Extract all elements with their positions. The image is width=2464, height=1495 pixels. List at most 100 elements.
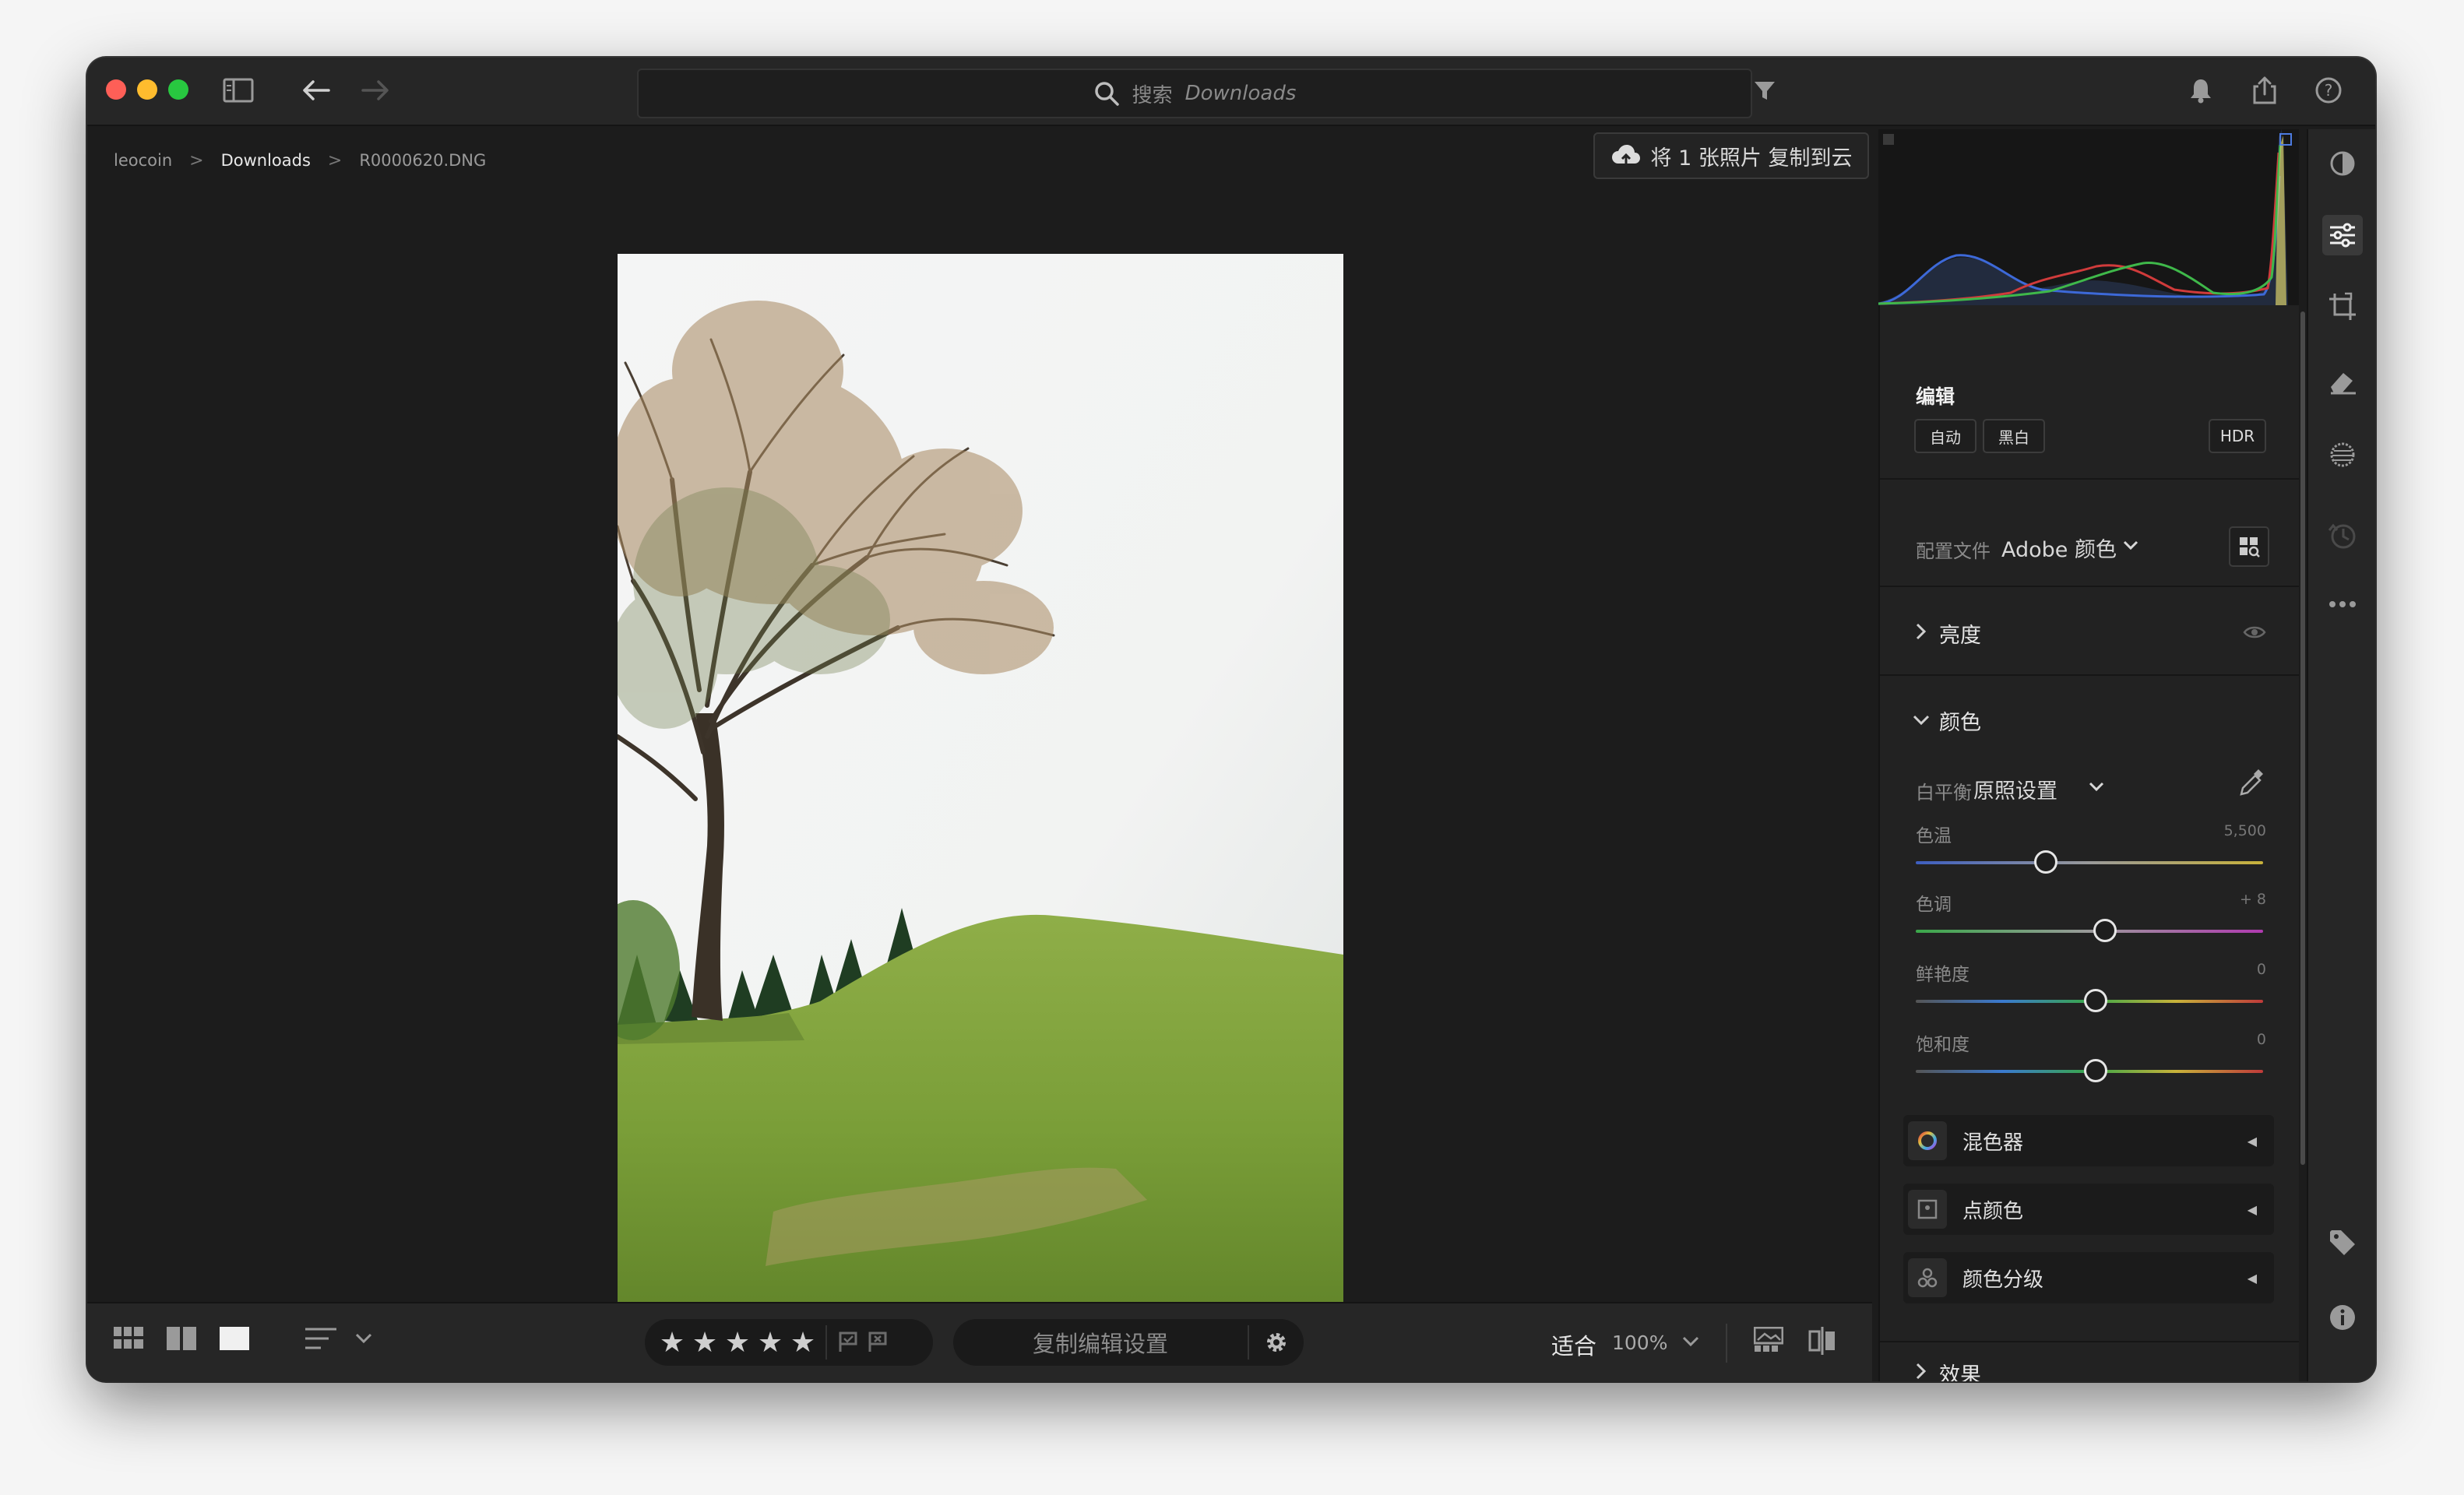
grid-view-icon[interactable] [114,1327,143,1350]
color-section-header[interactable]: 颜色 [1939,705,1981,736]
rating-star-5[interactable]: ★ [787,1327,819,1359]
search-placeholder-prefix: 搜索 [1132,83,1173,107]
auto-button[interactable]: 自动 [1914,419,1976,453]
search-input[interactable]: 搜索 Downloads [637,69,1752,118]
eyedropper-icon[interactable] [2238,768,2265,797]
share-icon[interactable] [2246,72,2283,109]
filter-icon[interactable] [1746,72,1783,109]
tint-slider-knob[interactable] [2093,919,2117,942]
saturation-label: 饱和度 [1916,1035,1969,1055]
back-arrow-icon[interactable] [297,72,335,109]
bell-icon[interactable] [2182,72,2219,109]
healing-eraser-icon[interactable] [2322,361,2363,402]
pick-flag-icon[interactable] [833,1331,863,1353]
breadcrumb-chevron-icon: > [189,150,204,171]
color-grading-icon [1908,1258,1947,1297]
black-white-button[interactable]: 黑白 [1983,419,2045,453]
tint-label: 色调 [1916,895,1952,915]
copy-edit-settings-group: 复制编辑设置 [953,1319,1304,1366]
cloud-upload-icon [1611,145,1640,167]
visibility-eye-icon[interactable] [2243,624,2266,640]
rating-star-1[interactable]: ★ [656,1327,688,1359]
tint-value[interactable]: + 8 [2215,891,2266,908]
color-grading-label: 颜色分级 [1962,1268,2044,1292]
presets-icon[interactable] [2322,143,2363,184]
minimize-window-button[interactable] [137,79,157,100]
temperature-slider-knob[interactable] [2034,850,2057,874]
profile-dropdown[interactable]: Adobe 颜色 [2001,533,2117,563]
shadow-clipping-icon [1883,134,1894,145]
rating-star-2[interactable]: ★ [688,1327,721,1359]
profile-label: 配置文件 [1916,540,1991,562]
color-grading-panel[interactable]: 颜色分级 ◀ [1903,1252,2274,1303]
svg-text:?: ? [2325,81,2333,100]
detail-view-icon[interactable] [220,1327,249,1350]
copy-to-cloud-button[interactable]: 将 1 张照片 复制到云 [1593,132,1869,179]
effects-expand-chevron-icon[interactable] [1916,1363,1927,1380]
vibrance-value[interactable]: 0 [2215,961,2266,978]
color-mixer-panel[interactable]: 混色器 ◀ [1903,1115,2274,1166]
point-color-panel[interactable]: 点颜色 ◀ [1903,1184,2274,1235]
point-color-icon [1908,1190,1947,1229]
photo-image[interactable] [618,254,1343,1342]
info-icon[interactable] [2322,1297,2363,1338]
tool-strip [2307,129,2375,1381]
masking-icon[interactable] [2322,434,2363,475]
color-wheel-icon [1908,1121,1947,1160]
search-placeholder-location: Downloads [1184,82,1297,105]
panel-scrollbar-thumb[interactable] [2300,311,2305,1165]
zoom-fit-button[interactable]: 适合 [1551,1328,1596,1361]
temperature-label: 色温 [1916,826,1952,846]
tint-slider-track[interactable] [1916,930,2263,933]
sort-chevron-down-icon[interactable] [355,1333,372,1344]
saturation-slider-knob[interactable] [2084,1059,2107,1082]
rating-flag-group: ★ ★ ★ ★ ★ [645,1319,933,1366]
caret-left-icon: ◀ [2247,1201,2257,1217]
reject-flag-icon[interactable] [863,1331,892,1353]
zoom-chevron-down-icon[interactable] [1682,1336,1699,1347]
copy-to-cloud-label: 将 1 张照片 复制到云 [1650,146,1853,171]
zoom-percent-dropdown[interactable]: 100% [1612,1331,1667,1354]
breadcrumb-item-downloads[interactable]: Downloads [221,151,311,170]
color-collapse-chevron-icon[interactable] [1913,715,1930,726]
rating-star-4[interactable]: ★ [754,1327,787,1359]
rating-star-3[interactable]: ★ [721,1327,754,1359]
temperature-slider-track[interactable] [1916,861,2263,864]
light-expand-chevron-icon[interactable] [1916,623,1927,640]
breadcrumb-item-leocoin[interactable]: leocoin [114,151,172,170]
saturation-value[interactable]: 0 [2215,1031,2266,1048]
temperature-value[interactable]: 5,500 [2215,822,2266,839]
profile-browser-icon[interactable] [2229,526,2269,567]
settings-gear-icon[interactable] [1249,1329,1304,1356]
sidebar-toggle-icon[interactable] [220,72,257,109]
compare-view-icon[interactable] [167,1327,196,1350]
bottom-toolbar: ★ ★ ★ ★ ★ 复制编辑设置 适合 100% [87,1302,1872,1381]
crop-icon[interactable] [2322,287,2363,327]
color-mixer-label: 混色器 [1962,1131,2024,1155]
more-icon[interactable] [2322,584,2363,624]
profile-chevron-down-icon[interactable] [2123,540,2138,551]
point-color-label: 点颜色 [1962,1199,2024,1223]
keywords-tag-icon[interactable] [2322,1222,2363,1263]
forward-arrow-icon[interactable] [357,72,394,109]
edit-sliders-icon[interactable] [2322,215,2363,255]
vibrance-slider-knob[interactable] [2084,989,2107,1012]
photo-viewer [87,192,1872,1342]
edit-panel-title: 编辑 [1916,385,1955,408]
effects-section-header[interactable]: 效果 [1939,1358,1981,1381]
caret-left-icon: ◀ [2247,1270,2257,1286]
close-window-button[interactable] [106,79,126,100]
help-icon[interactable]: ? [2310,72,2347,109]
breadcrumb-chevron-icon: > [327,150,343,171]
light-section-header[interactable]: 亮度 [1939,618,1981,649]
before-after-icon[interactable] [1808,1327,1836,1355]
white-balance-chevron-down-icon[interactable] [2089,782,2104,793]
sort-icon[interactable] [305,1327,336,1350]
versions-icon[interactable] [2322,515,2363,556]
white-balance-dropdown[interactable]: 原照设置 [1973,774,2057,804]
maximize-window-button[interactable] [168,79,188,100]
filmstrip-toggle-icon[interactable] [1754,1327,1783,1352]
cloud-icon[interactable] [2372,72,2375,109]
hdr-button[interactable]: HDR [2209,419,2266,453]
copy-edit-settings-button[interactable]: 复制编辑设置 [953,1326,1248,1359]
